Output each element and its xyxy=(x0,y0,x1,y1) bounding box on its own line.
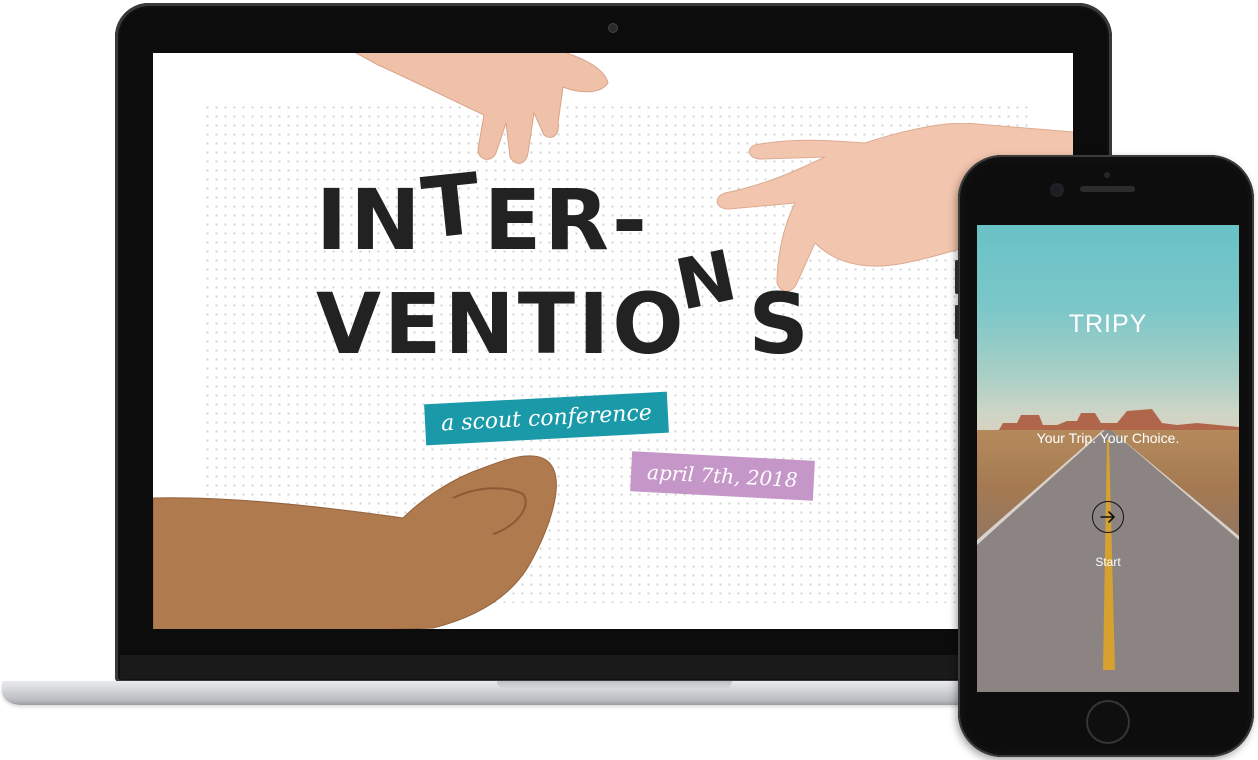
phone-screen xyxy=(977,225,1239,692)
phone-front-camera xyxy=(1052,185,1062,195)
start-button[interactable] xyxy=(1092,501,1124,533)
phone-volume-button xyxy=(955,260,959,294)
arrow-right-icon xyxy=(1100,511,1115,523)
title-letter: I xyxy=(316,171,351,269)
title-letter: T xyxy=(417,154,488,258)
title-line-1: INTER- xyxy=(316,154,650,269)
phone-sensor xyxy=(1104,172,1110,178)
title-letter: E xyxy=(384,275,445,373)
title-letter: R xyxy=(544,171,612,269)
start-label[interactable]: Start xyxy=(977,555,1239,569)
title-letter: N xyxy=(350,171,424,269)
laptop-screen: INTER- VENTIONS a scout conference april… xyxy=(153,53,1073,629)
title-letter: - xyxy=(611,171,650,269)
title-letter: I xyxy=(578,275,613,373)
home-button[interactable] xyxy=(1088,702,1128,742)
title-letter: V xyxy=(316,275,385,373)
title-letter: S xyxy=(748,275,812,373)
phone-speaker xyxy=(1080,186,1135,192)
title-letter: T xyxy=(517,275,579,373)
title-letter: N xyxy=(444,275,518,373)
app-title: TRIPY xyxy=(1068,310,1148,338)
title-letter: E xyxy=(483,171,545,269)
status-bar xyxy=(977,222,1239,228)
phone-volume-button xyxy=(955,305,959,339)
laptop-notch xyxy=(497,681,732,689)
title-line-2: VENTIONS xyxy=(316,234,812,373)
title-letter: O xyxy=(612,275,687,373)
hand-bottom-image xyxy=(153,438,573,629)
laptop-camera xyxy=(609,24,617,32)
app-tagline: Your Trip. Your Choice. xyxy=(1036,430,1180,446)
